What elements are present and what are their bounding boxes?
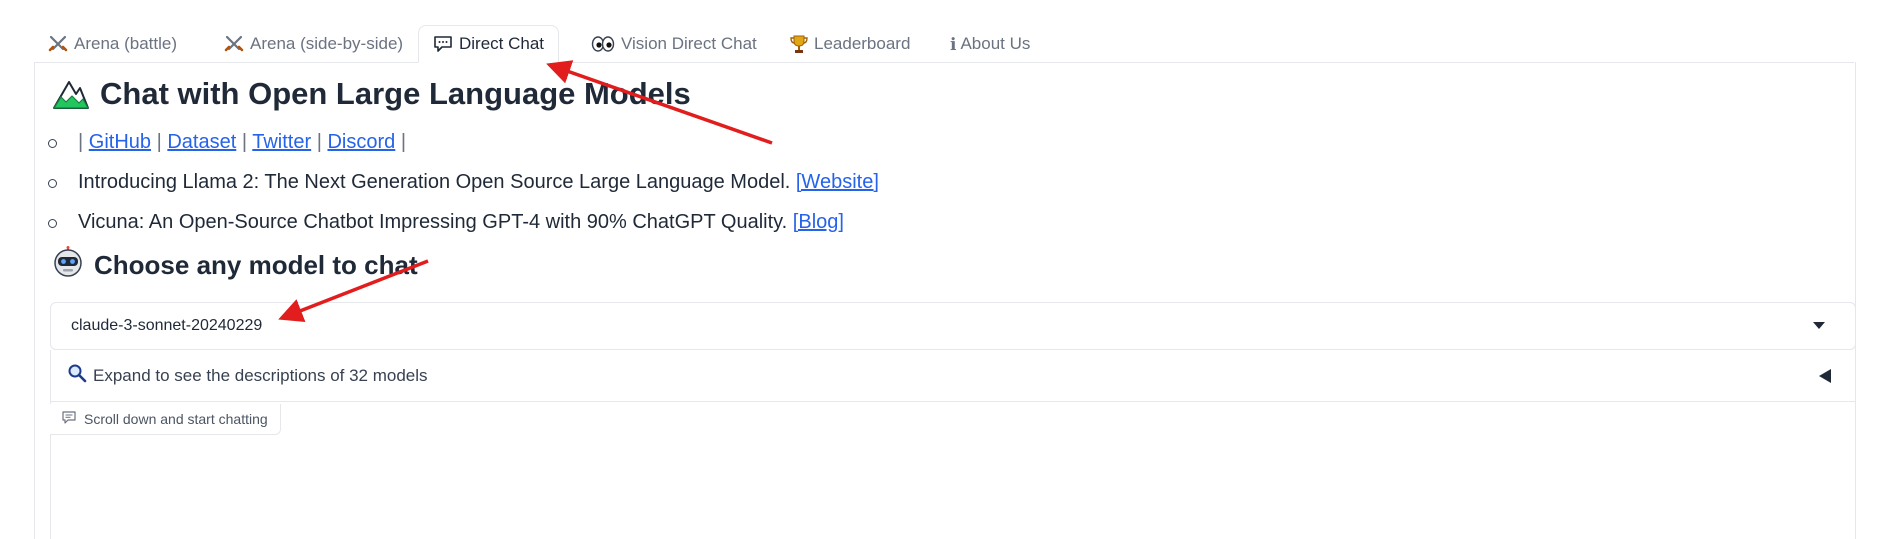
- list-item-links: | GitHub | Dataset | Twitter | Discord |: [40, 126, 879, 166]
- chatbot-label-text: Scroll down and start chatting: [84, 411, 268, 427]
- chevron-down-icon: [1813, 322, 1825, 329]
- robot-icon: [52, 246, 84, 285]
- tab-label: Direct Chat: [459, 34, 545, 53]
- tab-direct-chat[interactable]: Direct Chat: [418, 25, 560, 63]
- tab-arena-side-by-side[interactable]: Arena (side-by-side): [210, 26, 417, 62]
- tab-label: About Us: [960, 34, 1031, 53]
- tab-label: Arena (battle): [74, 34, 177, 53]
- selected-model: claude-3-sonnet-20240229: [71, 317, 263, 334]
- website-link[interactable]: [Website]: [796, 171, 879, 193]
- tab-vision-direct-chat[interactable]: Vision Direct Chat: [577, 26, 771, 62]
- dataset-link[interactable]: Dataset: [167, 131, 236, 153]
- tab-label: Vision Direct Chat: [621, 34, 757, 53]
- list-item-news: Introducing Llama 2: The Next Generation…: [40, 166, 879, 206]
- blog-link[interactable]: [Blog]: [793, 211, 844, 233]
- tab-label: Arena (side-by-side): [250, 34, 404, 53]
- page-title: Chat with Open Large Language Models: [52, 76, 691, 112]
- list-item-news: Vicuna: An Open-Source Chatbot Impressin…: [40, 206, 879, 246]
- section-title-text: Choose any model to chat: [94, 250, 418, 280]
- tab-label: Leaderboard: [814, 34, 911, 53]
- github-link[interactable]: GitHub: [89, 131, 151, 153]
- page-title-text: Chat with Open Large Language Models: [100, 76, 691, 111]
- twitter-link[interactable]: Twitter: [252, 131, 311, 153]
- info-list: | GitHub | Dataset | Twitter | Discord |…: [40, 126, 879, 246]
- tab-leaderboard[interactable]: Leaderboard: [776, 26, 924, 62]
- expand-arrow-icon: [1819, 369, 1831, 383]
- chatbot-label: Scroll down and start chatting: [50, 404, 281, 435]
- section-title: Choose any model to chat: [52, 246, 418, 285]
- chat-icon: [62, 411, 76, 427]
- eyes-icon: [591, 35, 615, 53]
- crossed-swords-icon: [224, 34, 244, 54]
- model-dropdown[interactable]: claude-3-sonnet-20240229: [50, 302, 1856, 350]
- discord-link[interactable]: Discord: [327, 131, 395, 153]
- chatbot-area[interactable]: [50, 402, 1856, 539]
- crossed-swords-icon: [48, 34, 68, 54]
- mountain-icon: [52, 77, 90, 111]
- model-descriptions-accordion[interactable]: Expand to see the descriptions of 32 mod…: [50, 350, 1856, 402]
- news-text: Vicuna: An Open-Source Chatbot Impressin…: [78, 211, 793, 233]
- magnifier-icon: [67, 363, 87, 388]
- expand-label: Expand to see the descriptions of 32 mod…: [93, 365, 428, 385]
- trophy-icon: [790, 34, 808, 54]
- tab-about-us[interactable]: ℹ About Us: [936, 26, 1044, 62]
- news-text: Introducing Llama 2: The Next Generation…: [78, 171, 796, 193]
- speech-bubble-icon: [433, 35, 453, 53]
- info-icon: ℹ: [950, 34, 957, 54]
- tab-arena-battle[interactable]: Arena (battle): [34, 26, 191, 62]
